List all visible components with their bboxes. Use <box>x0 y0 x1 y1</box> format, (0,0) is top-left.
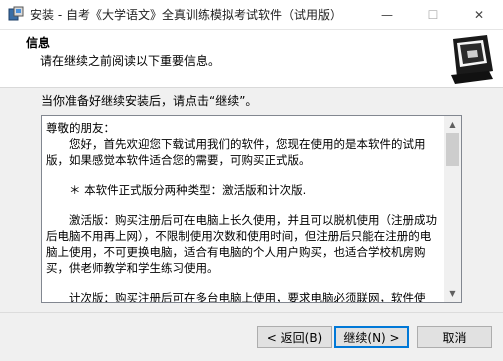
instruction-text: 当你准备好继续安装后，请点击“继续”。 <box>41 94 258 108</box>
info-paragraph-4: 计次版：购买注册后可在多台电脑上使用，要求电脑必须联网，软件使 <box>69 291 426 303</box>
back-button[interactable]: < 返回(B) <box>257 326 332 348</box>
maximize-button[interactable]: ☐ <box>410 0 456 29</box>
info-content: 尊敬的朋友： 您好，首先欢迎您下载试用我们的软件，您现在使用的是本软件的试用版，… <box>46 120 438 303</box>
info-paragraph-1: 您好，首先欢迎您下载试用我们的软件，您现在使用的是本软件的试用版，如果感觉本软件… <box>46 137 426 167</box>
info-paragraph-3: 激活版：购买注册后可在电脑上长久使用，并且可以脱机使用（注册成功后电脑不用再上网… <box>46 213 437 275</box>
vertical-scrollbar[interactable]: ▲ ▼ <box>444 116 461 302</box>
scroll-thumb[interactable] <box>446 133 459 166</box>
scroll-up-icon[interactable]: ▲ <box>444 116 461 133</box>
info-greeting: 尊敬的朋友： <box>46 121 115 135</box>
window-title: 安装 - 自考《大学语文》全真训练模拟考试软件（试用版） <box>30 8 342 22</box>
footer-divider <box>0 312 503 313</box>
close-button[interactable]: ✕ <box>456 0 502 29</box>
info-textbox[interactable]: 尊敬的朋友： 您好，首先欢迎您下载试用我们的软件，您现在使用的是本软件的试用版，… <box>41 115 462 303</box>
page-subtitle: 请在继续之前阅读以下重要信息。 <box>40 54 221 68</box>
next-button[interactable]: 继续(N) > <box>334 326 409 348</box>
minimize-icon: — <box>381 7 393 22</box>
wizard-header: 信息 请在继续之前阅读以下重要信息。 <box>0 30 503 88</box>
title-bar: 安装 - 自考《大学语文》全真训练模拟考试软件（试用版） — ☐ ✕ <box>0 0 503 30</box>
info-paragraph-2: ＊ 本软件正式版分两种类型：激活版和计次版. <box>69 183 307 197</box>
installer-app-icon <box>8 6 24 22</box>
cancel-button[interactable]: 取消 <box>417 326 492 348</box>
scroll-down-icon[interactable]: ▼ <box>444 285 461 302</box>
computer-box-icon <box>443 31 498 86</box>
maximize-icon: ☐ <box>427 7 439 22</box>
minimize-button[interactable]: — <box>364 0 410 29</box>
page-title: 信息 <box>26 36 51 50</box>
close-icon: ✕ <box>473 7 485 22</box>
